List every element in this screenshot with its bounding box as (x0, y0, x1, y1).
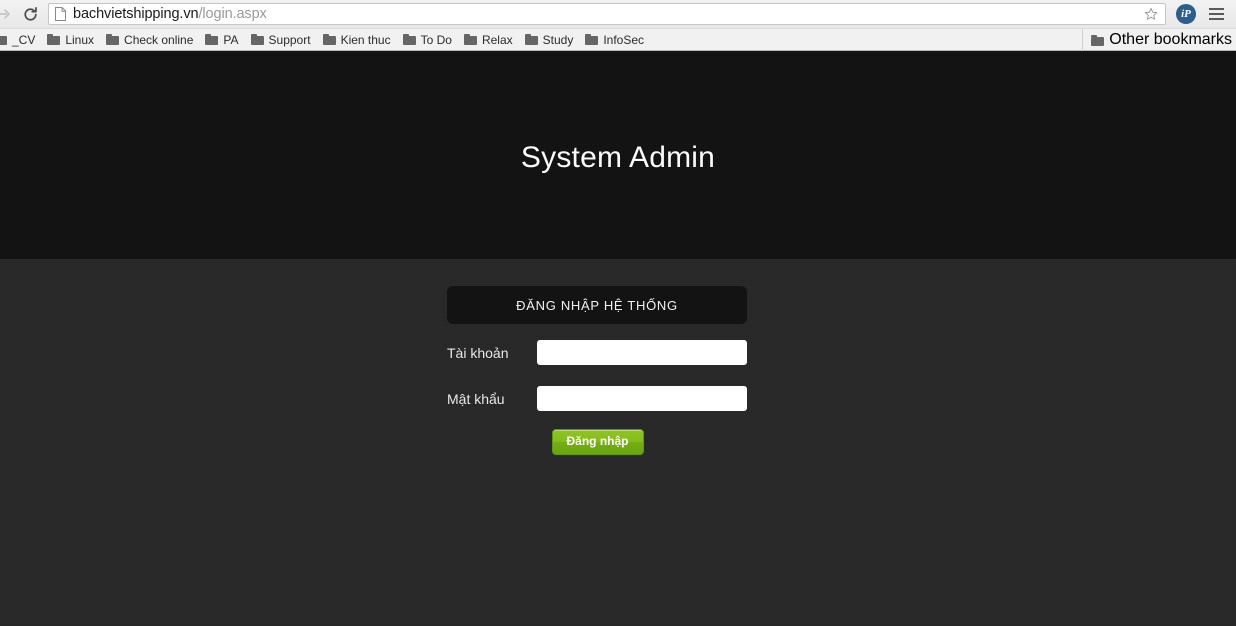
bookmark-label: _CV (12, 32, 36, 47)
form-row-password: Mật khẩu (447, 386, 747, 411)
page-title: System Admin (520, 141, 716, 174)
username-input[interactable] (537, 340, 747, 365)
bookmark-item-pa[interactable]: PA (199, 31, 244, 49)
page-body: System Admin ĐĂNG NHẬP HỆ THỐNG Tài khoả… (0, 51, 1236, 626)
bookmark-item-check-online[interactable]: Check online (100, 31, 199, 49)
address-bar[interactable]: bachvietshipping.vn/login.aspx (48, 3, 1166, 25)
folder-icon (1091, 34, 1105, 46)
bookmark-item-support[interactable]: Support (245, 31, 317, 49)
bookmark-label: Linux (65, 32, 95, 47)
forward-arrow-icon[interactable] (0, 1, 16, 27)
bookmark-item-linux[interactable]: Linux (41, 31, 100, 49)
site-header: System Admin (0, 51, 1236, 259)
folder-icon (47, 34, 61, 45)
bookmark-item-kien-thuc[interactable]: Kien thuc (317, 31, 397, 49)
browser-chrome: bachvietshipping.vn/login.aspx iP _CV Li… (0, 0, 1236, 51)
bookmark-item-infosec[interactable]: InfoSec (579, 31, 650, 49)
login-panel-header: ĐĂNG NHẬP HỆ THỐNG (447, 286, 747, 324)
login-form: Tài khoản Mật khẩu Đăng nhập (447, 340, 747, 456)
bookmark-label: To Do (420, 32, 452, 47)
folder-icon (463, 34, 477, 45)
bookmark-label: Kien thuc (340, 32, 391, 47)
bookmarks-bar: _CV Linux Check online PA Support Kien t… (0, 28, 1236, 51)
login-panel: ĐĂNG NHẬP HỆ THỐNG Tài khoản Mật khẩu Đă… (447, 286, 747, 456)
url-path: /login.aspx (198, 6, 267, 22)
folder-icon (106, 34, 120, 45)
folder-icon (322, 34, 336, 45)
bookmark-label: Study (542, 32, 574, 47)
bookmark-item-to-do[interactable]: To Do (397, 31, 458, 49)
bookmark-item-study[interactable]: Study (519, 31, 580, 49)
password-label: Mật khẩu (447, 390, 505, 407)
form-row-username: Tài khoản (447, 340, 747, 365)
password-input[interactable] (537, 386, 747, 411)
bookmark-item-relax[interactable]: Relax (458, 31, 519, 49)
login-submit-button[interactable]: Đăng nhập (551, 429, 644, 456)
bookmark-label: InfoSec (603, 32, 645, 47)
bookmark-label: PA (223, 32, 239, 47)
extension-icon-ip[interactable]: iP (1176, 4, 1196, 24)
hamburger-menu-icon[interactable] (1204, 13, 1228, 15)
folder-icon (585, 34, 599, 45)
folder-icon (524, 34, 538, 45)
page-document-icon (55, 7, 66, 21)
browser-toolbar: bachvietshipping.vn/login.aspx iP (0, 0, 1236, 28)
bookmark-label: Support (268, 32, 311, 47)
bookmark-label: Relax (481, 32, 513, 47)
reload-icon[interactable] (16, 1, 44, 27)
bookmark-item-cv[interactable]: _CV (0, 31, 41, 49)
folder-icon (250, 34, 264, 45)
other-bookmarks-label: Other bookmarks (1109, 31, 1232, 48)
username-label: Tài khoản (447, 344, 509, 361)
other-bookmarks-button[interactable]: Other bookmarks (1082, 29, 1232, 51)
folder-icon (0, 34, 7, 45)
submit-row: Đăng nhập (447, 429, 747, 456)
bookmark-label: Check online (124, 32, 194, 47)
url-host: bachvietshipping.vn (73, 6, 199, 22)
bookmark-star-icon[interactable] (1141, 7, 1161, 21)
folder-icon (205, 34, 219, 45)
login-area: ĐĂNG NHẬP HỆ THỐNG Tài khoản Mật khẩu Đă… (0, 259, 1236, 456)
folder-icon (402, 34, 416, 45)
url-text: bachvietshipping.vn/login.aspx (73, 4, 1141, 24)
